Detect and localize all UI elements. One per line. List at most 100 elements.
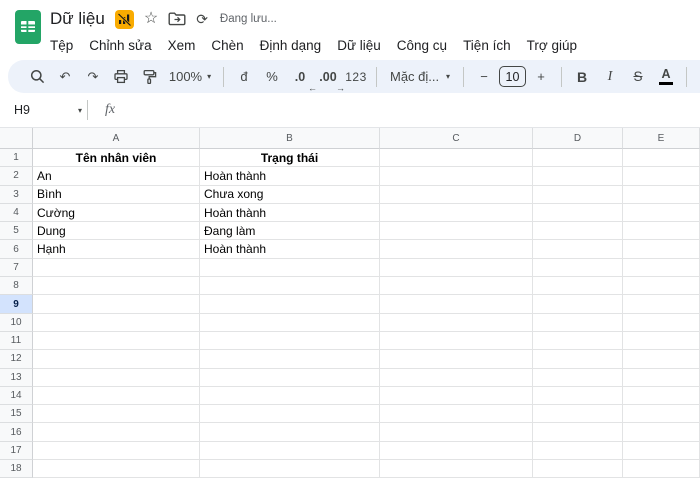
- cell-E8[interactable]: [623, 277, 700, 296]
- row-header-1[interactable]: 1: [0, 149, 33, 168]
- cell-B9[interactable]: [200, 295, 380, 314]
- cell-C5[interactable]: [380, 222, 533, 241]
- font-select[interactable]: Mặc đị... ▾: [384, 65, 456, 89]
- star-icon[interactable]: ☆: [144, 11, 158, 27]
- cell-C3[interactable]: [380, 185, 533, 204]
- column-header-b[interactable]: B: [200, 128, 380, 149]
- cell-D2[interactable]: [533, 167, 623, 186]
- menu-du-lieu[interactable]: Dữ liệu: [329, 35, 389, 56]
- cell-E11[interactable]: [623, 331, 700, 351]
- cell-E13[interactable]: [623, 368, 700, 387]
- cell-E7[interactable]: [623, 258, 700, 278]
- cell-D14[interactable]: [533, 386, 623, 406]
- more-formats-button[interactable]: 123: [343, 65, 369, 89]
- row-header-9[interactable]: 9: [0, 295, 33, 314]
- undo-icon[interactable]: ↶: [52, 65, 78, 89]
- cell-E16[interactable]: [623, 423, 700, 442]
- cell-D15[interactable]: [533, 405, 623, 424]
- cell-C8[interactable]: [380, 277, 533, 296]
- cell-E2[interactable]: [623, 167, 700, 186]
- formula-input[interactable]: [115, 93, 700, 127]
- cell-E5[interactable]: [623, 222, 700, 241]
- cell-E17[interactable]: [623, 441, 700, 461]
- row-header-3[interactable]: 3: [0, 185, 33, 204]
- cell-E18[interactable]: [623, 460, 700, 478]
- cell-D18[interactable]: [533, 460, 623, 478]
- cell-B10[interactable]: [200, 313, 380, 332]
- column-header-a[interactable]: A: [33, 128, 200, 149]
- decrease-decimal-button[interactable]: .0 ←: [287, 65, 317, 93]
- cell-B5[interactable]: Đang làm: [200, 222, 380, 241]
- cell-A11[interactable]: [33, 331, 200, 351]
- sheets-logo-icon[interactable]: [15, 10, 41, 44]
- cell-E4[interactable]: [623, 203, 700, 223]
- cell-B7[interactable]: [200, 258, 380, 278]
- cell-A14[interactable]: [33, 386, 200, 406]
- document-title[interactable]: Dữ liệu: [50, 9, 105, 29]
- currency-format-button[interactable]: đ: [231, 65, 257, 89]
- cell-B14[interactable]: [200, 386, 380, 406]
- menu-dinh-dang[interactable]: Định dạng: [252, 35, 330, 56]
- chevron-down-icon[interactable]: ▾: [78, 106, 82, 115]
- percent-format-button[interactable]: %: [259, 65, 285, 89]
- cell-D7[interactable]: [533, 258, 623, 278]
- font-size-input[interactable]: 10: [499, 66, 526, 87]
- increase-decimal-button[interactable]: .00 →: [315, 65, 345, 93]
- row-header-12[interactable]: 12: [0, 350, 33, 369]
- cell-E1[interactable]: [623, 149, 700, 168]
- bold-button[interactable]: B: [569, 65, 595, 89]
- paint-format-icon[interactable]: [136, 65, 162, 89]
- cell-C6[interactable]: [380, 240, 533, 259]
- row-header-13[interactable]: 13: [0, 368, 33, 387]
- strikethrough-button[interactable]: S: [625, 65, 651, 89]
- row-header-11[interactable]: 11: [0, 331, 33, 351]
- cell-B1[interactable]: Trạng thái: [200, 149, 380, 168]
- menu-tien-ich[interactable]: Tiện ích: [455, 35, 519, 56]
- row-header-5[interactable]: 5: [0, 222, 33, 241]
- cell-B8[interactable]: [200, 277, 380, 296]
- cell-B4[interactable]: Hoàn thành: [200, 203, 380, 223]
- select-all-corner[interactable]: [0, 128, 33, 149]
- cell-A12[interactable]: [33, 350, 200, 369]
- cell-C15[interactable]: [380, 405, 533, 424]
- cell-A8[interactable]: [33, 277, 200, 296]
- print-icon[interactable]: [108, 65, 134, 89]
- menu-chen[interactable]: Chèn: [203, 35, 251, 56]
- cell-C14[interactable]: [380, 386, 533, 406]
- cell-A10[interactable]: [33, 313, 200, 332]
- name-box[interactable]: H9 ▾: [0, 103, 82, 117]
- cell-B12[interactable]: [200, 350, 380, 369]
- cell-B13[interactable]: [200, 368, 380, 387]
- zoom-select[interactable]: 100% ▾: [164, 65, 216, 89]
- cell-C12[interactable]: [380, 350, 533, 369]
- cell-D6[interactable]: [533, 240, 623, 259]
- cell-A4[interactable]: Cường: [33, 203, 200, 223]
- row-header-4[interactable]: 4: [0, 203, 33, 223]
- cell-D16[interactable]: [533, 423, 623, 442]
- fill-color-icon[interactable]: [694, 65, 700, 89]
- cell-D1[interactable]: [533, 149, 623, 168]
- row-header-18[interactable]: 18: [0, 460, 33, 478]
- row-header-14[interactable]: 14: [0, 386, 33, 406]
- cell-D11[interactable]: [533, 331, 623, 351]
- cell-C4[interactable]: [380, 203, 533, 223]
- column-header-e[interactable]: E: [623, 128, 700, 149]
- italic-button[interactable]: I: [597, 65, 623, 89]
- cell-A9[interactable]: [33, 295, 200, 314]
- cell-D8[interactable]: [533, 277, 623, 296]
- cell-A5[interactable]: Dung: [33, 222, 200, 241]
- cell-D3[interactable]: [533, 185, 623, 204]
- yellow-chart-badge-icon[interactable]: [114, 9, 134, 29]
- cell-C1[interactable]: [380, 149, 533, 168]
- row-header-7[interactable]: 7: [0, 258, 33, 278]
- row-header-6[interactable]: 6: [0, 240, 33, 259]
- cell-C17[interactable]: [380, 441, 533, 461]
- cell-A7[interactable]: [33, 258, 200, 278]
- text-color-button[interactable]: A: [653, 65, 679, 89]
- cell-B3[interactable]: Chưa xong: [200, 185, 380, 204]
- row-header-16[interactable]: 16: [0, 423, 33, 442]
- cell-D9[interactable]: [533, 295, 623, 314]
- menu-xem[interactable]: Xem: [160, 35, 204, 56]
- cell-D10[interactable]: [533, 313, 623, 332]
- cell-B16[interactable]: [200, 423, 380, 442]
